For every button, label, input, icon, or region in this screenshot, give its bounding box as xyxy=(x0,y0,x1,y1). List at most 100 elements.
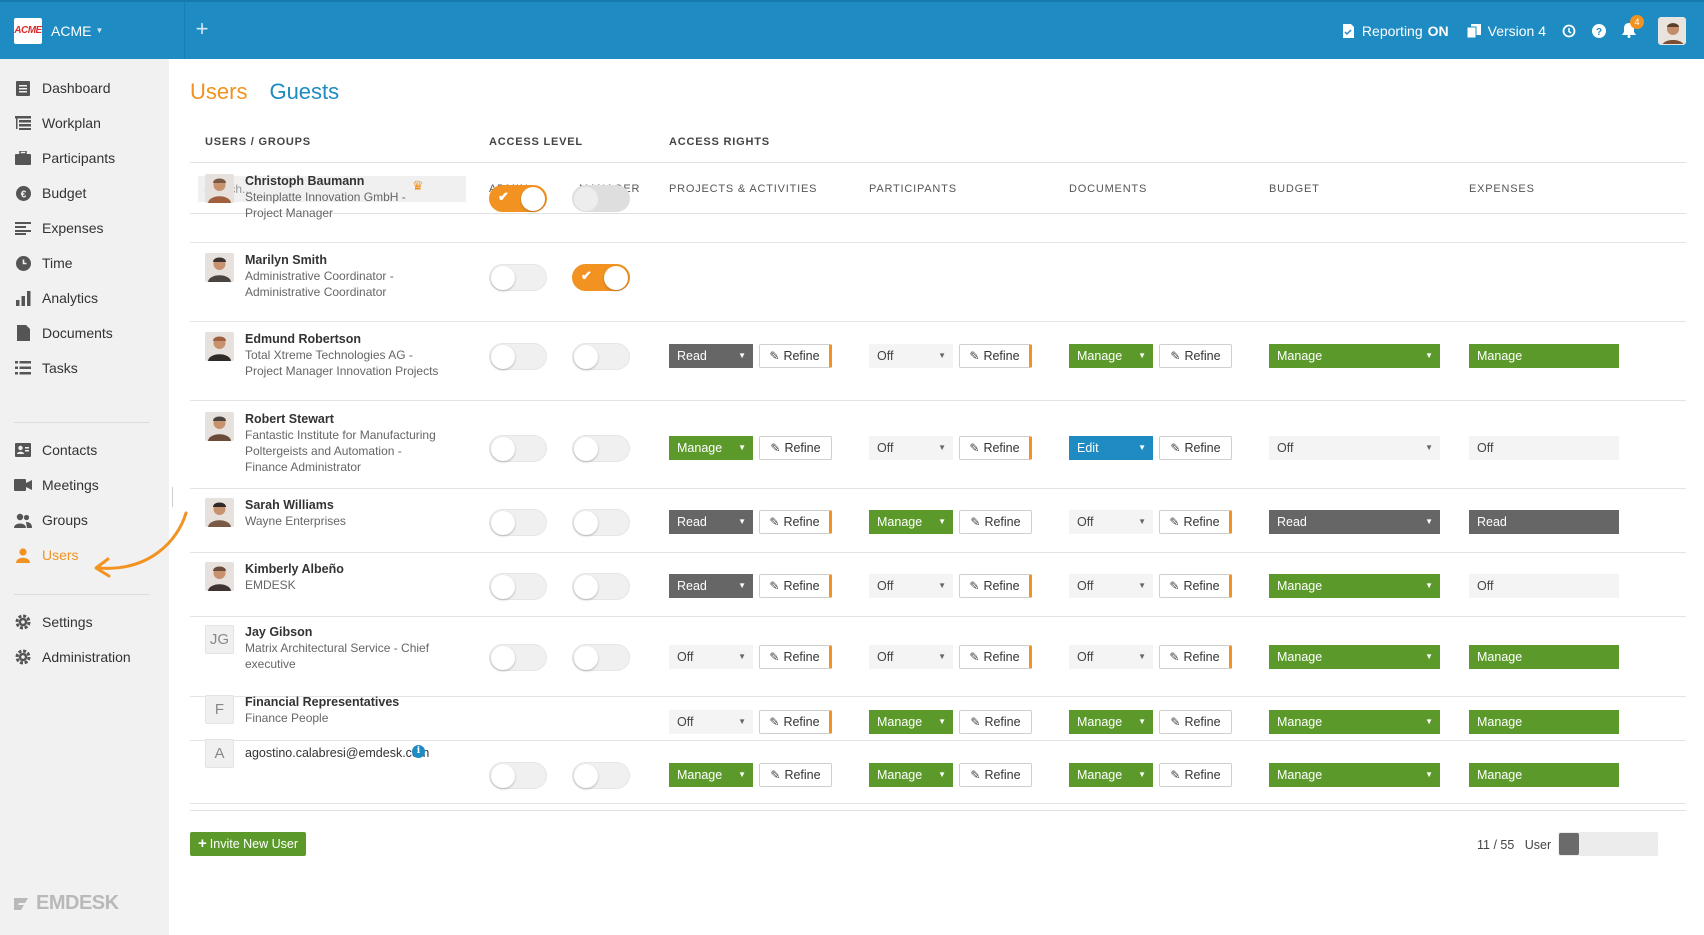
documents-refine-button[interactable]: ✎ Refine xyxy=(1159,574,1232,598)
participants-refine-button[interactable]: ✎ Refine xyxy=(959,436,1032,460)
sidebar-item-tasks[interactable]: Tasks xyxy=(14,356,78,380)
expenses-rights-select[interactable]: Manage xyxy=(1469,344,1619,368)
documents-refine-button[interactable]: ✎ Refine xyxy=(1159,510,1232,534)
documents-refine-button[interactable]: ✎ Refine xyxy=(1159,344,1232,368)
expenses-rights-select[interactable]: Manage xyxy=(1469,763,1619,787)
manager-toggle[interactable] xyxy=(572,185,630,212)
info-icon[interactable]: i xyxy=(412,745,425,758)
sidebar-item-groups[interactable]: Groups xyxy=(14,508,88,532)
admin-toggle[interactable] xyxy=(489,264,547,291)
admin-toggle[interactable] xyxy=(489,762,547,789)
expenses-rights-select[interactable]: Read xyxy=(1469,510,1619,534)
projects-rights-select[interactable]: Read ▼ xyxy=(669,510,753,534)
budget-rights-select[interactable]: Off ▼ xyxy=(1269,436,1440,460)
manager-toggle[interactable] xyxy=(572,509,630,536)
participants-rights-select[interactable]: Manage ▼ xyxy=(869,763,953,787)
admin-toggle[interactable] xyxy=(489,509,547,536)
manager-toggle[interactable] xyxy=(572,343,630,370)
sidebar-item-administration[interactable]: Administration xyxy=(14,645,131,669)
sidebar-item-participants[interactable]: Participants xyxy=(14,146,115,170)
participants-rights-select[interactable]: Off ▼ xyxy=(869,436,953,460)
reporting-toggle[interactable]: Reporting ON xyxy=(1342,23,1449,39)
sidebar-item-workplan[interactable]: Workplan xyxy=(14,111,101,135)
participants-refine-button[interactable]: ✎ Refine xyxy=(959,645,1032,669)
budget-rights-select[interactable]: Manage ▼ xyxy=(1269,344,1440,368)
user-name[interactable]: Financial Representatives xyxy=(245,695,399,710)
projects-rights-select[interactable]: Off ▼ xyxy=(669,710,753,734)
documents-rights-select[interactable]: Manage ▼ xyxy=(1069,763,1153,787)
user-avatar[interactable] xyxy=(1658,16,1686,45)
participants-rights-select[interactable]: Manage ▼ xyxy=(869,510,953,534)
manager-toggle[interactable] xyxy=(572,762,630,789)
projects-rights-select[interactable]: Manage ▼ xyxy=(669,763,753,787)
budget-rights-select[interactable]: Manage ▼ xyxy=(1269,710,1440,734)
sidebar-item-budget[interactable]: € Budget xyxy=(14,181,86,205)
participants-refine-button[interactable]: ✎ Refine xyxy=(959,574,1032,598)
admin-toggle[interactable] xyxy=(489,573,547,600)
admin-toggle[interactable] xyxy=(489,644,547,671)
sidebar-item-time[interactable]: Time xyxy=(14,251,73,275)
user-name[interactable]: agostino.calabresi@emdesk.com xyxy=(245,746,429,761)
projects-refine-button[interactable]: ✎ Refine xyxy=(759,344,832,368)
sidebar-item-dashboard[interactable]: Dashboard xyxy=(14,76,111,100)
budget-rights-select[interactable]: Manage ▼ xyxy=(1269,574,1440,598)
projects-rights-select[interactable]: Manage ▼ xyxy=(669,436,753,460)
expenses-rights-select[interactable]: Manage xyxy=(1469,710,1619,734)
manager-toggle[interactable] xyxy=(572,573,630,600)
user-name[interactable]: Sarah Williams xyxy=(245,498,346,513)
sidebar-item-users[interactable]: Users xyxy=(14,543,79,567)
sidebar-item-analytics[interactable]: Analytics xyxy=(14,286,98,310)
projects-refine-button[interactable]: ✎ Refine xyxy=(759,574,832,598)
documents-rights-select[interactable]: Manage ▼ xyxy=(1069,710,1153,734)
participants-refine-button[interactable]: ✎ Refine xyxy=(959,344,1032,368)
sidebar-item-documents[interactable]: Documents xyxy=(14,321,113,345)
expenses-rights-select[interactable]: Manage xyxy=(1469,645,1619,669)
budget-rights-select[interactable]: Read ▼ xyxy=(1269,510,1440,534)
tab-guests[interactable]: Guests xyxy=(269,79,339,105)
add-icon[interactable]: + xyxy=(192,18,212,40)
participants-refine-button[interactable]: ✎ Refine xyxy=(959,710,1032,734)
history-icon[interactable] xyxy=(1562,24,1576,38)
projects-rights-select[interactable]: Read ▼ xyxy=(669,574,753,598)
sidebar-resize-handle[interactable] xyxy=(172,487,173,507)
help-icon[interactable]: ? xyxy=(1592,23,1606,38)
documents-refine-button[interactable]: ✎ Refine xyxy=(1159,645,1232,669)
user-name[interactable]: Marilyn Smith xyxy=(245,253,394,268)
participants-rights-select[interactable]: Off ▼ xyxy=(869,344,953,368)
projects-rights-select[interactable]: Read ▼ xyxy=(669,344,753,368)
documents-rights-select[interactable]: Off ▼ xyxy=(1069,574,1153,598)
admin-toggle[interactable] xyxy=(489,343,547,370)
admin-toggle[interactable]: ✔ xyxy=(489,185,547,212)
brand-switcher[interactable]: ACME ACME ▼ xyxy=(0,2,184,59)
sidebar-item-meetings[interactable]: Meetings xyxy=(14,473,99,497)
projects-refine-button[interactable]: ✎ Refine xyxy=(759,763,832,787)
documents-rights-select[interactable]: Off ▼ xyxy=(1069,645,1153,669)
bell-icon[interactable]: 4 xyxy=(1622,15,1644,38)
expenses-rights-select[interactable]: Off xyxy=(1469,436,1619,460)
expenses-rights-select[interactable]: Off xyxy=(1469,574,1619,598)
user-name[interactable]: Christoph Baumann xyxy=(245,174,406,189)
participants-rights-select[interactable]: Off ▼ xyxy=(869,574,953,598)
user-name[interactable]: Robert Stewart xyxy=(245,412,436,427)
participants-rights-select[interactable]: Off ▼ xyxy=(869,645,953,669)
documents-rights-select[interactable]: Edit ▼ xyxy=(1069,436,1153,460)
documents-refine-button[interactable]: ✎ Refine xyxy=(1159,710,1232,734)
participants-refine-button[interactable]: ✎ Refine xyxy=(959,510,1032,534)
documents-rights-select[interactable]: Manage ▼ xyxy=(1069,344,1153,368)
admin-toggle[interactable] xyxy=(489,435,547,462)
documents-refine-button[interactable]: ✎ Refine xyxy=(1159,763,1232,787)
invite-user-button[interactable]: + Invite New User xyxy=(190,832,306,856)
user-name[interactable]: Edmund Robertson xyxy=(245,332,438,347)
sidebar-item-settings[interactable]: Settings xyxy=(14,610,93,634)
manager-toggle[interactable] xyxy=(572,644,630,671)
documents-refine-button[interactable]: ✎ Refine xyxy=(1159,436,1232,460)
documents-rights-select[interactable]: Off ▼ xyxy=(1069,510,1153,534)
budget-rights-select[interactable]: Manage ▼ xyxy=(1269,645,1440,669)
projects-refine-button[interactable]: ✎ Refine xyxy=(759,510,832,534)
projects-refine-button[interactable]: ✎ Refine xyxy=(759,710,832,734)
version-selector[interactable]: Version 4 xyxy=(1466,23,1546,39)
user-name[interactable]: Kimberly Albeño xyxy=(245,562,344,577)
sidebar-item-contacts[interactable]: Contacts xyxy=(14,438,97,462)
manager-toggle[interactable]: ✔ xyxy=(572,264,630,291)
tab-users[interactable]: Users xyxy=(190,79,247,105)
